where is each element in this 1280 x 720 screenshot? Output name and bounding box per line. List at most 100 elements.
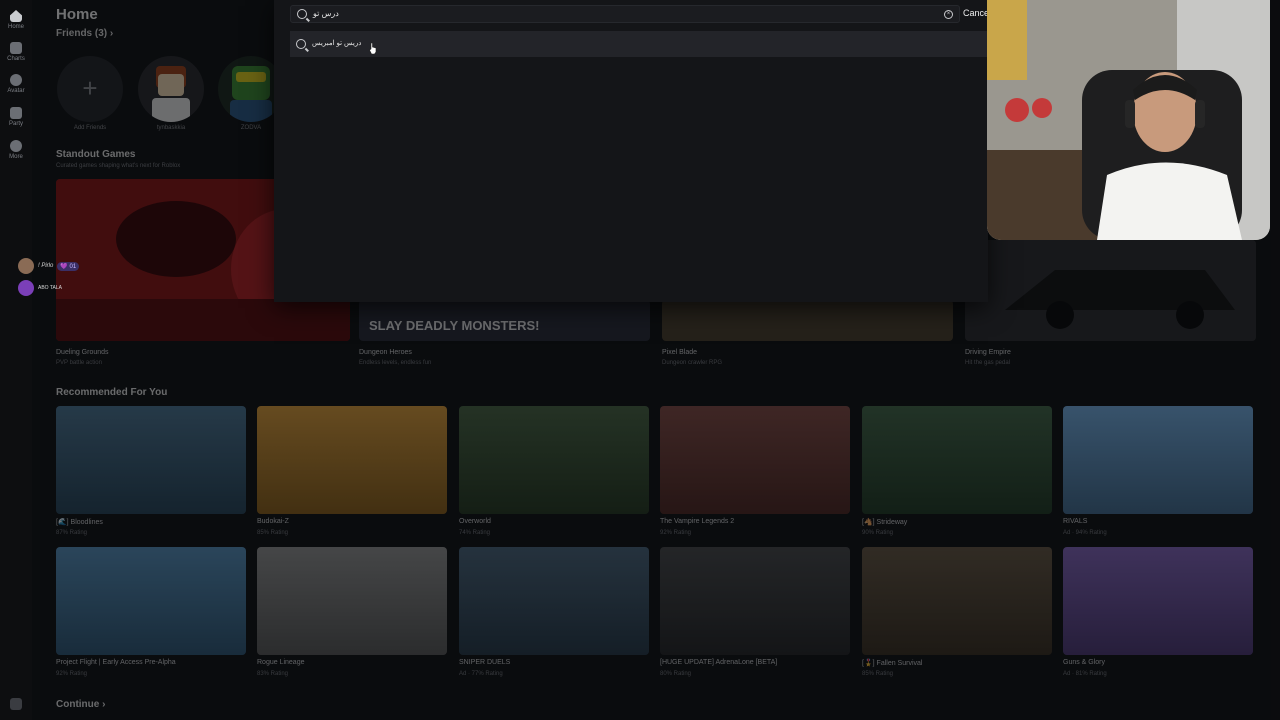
game-tile[interactable] xyxy=(56,406,246,514)
game-title: [🎖️] Fallen Survival xyxy=(862,660,923,667)
game-tile[interactable] xyxy=(862,547,1052,655)
avatar xyxy=(138,56,204,122)
game-title: RIVALS xyxy=(1063,518,1088,525)
chat-message: ! Pirlo 💜 01 xyxy=(18,258,80,274)
game-tile[interactable] xyxy=(1063,406,1253,514)
game-tile[interactable] xyxy=(56,547,246,655)
driving-empire-art xyxy=(965,240,1256,341)
friends-link[interactable]: Friends (3) › xyxy=(56,28,113,39)
game-tile[interactable] xyxy=(660,547,850,655)
side-nav: Home Charts Avatar Party More xyxy=(0,0,32,720)
game-tile-dungeon-heroes[interactable]: SLAY DEADLY MONSTERS! xyxy=(359,300,650,341)
game-title: [🐴] Strideway xyxy=(862,519,908,526)
nav-avatar[interactable]: Avatar xyxy=(0,72,32,102)
game-rating: 92% Rating xyxy=(56,671,88,677)
game-thumbnail xyxy=(257,547,447,655)
search-icon xyxy=(297,9,307,19)
game-thumbnail xyxy=(862,406,1052,514)
game-title: Pixel Blade xyxy=(662,349,698,356)
game-subtitle: Dungeon crawler RPG xyxy=(662,360,723,366)
game-tile[interactable] xyxy=(257,406,447,514)
game-tile-pixel-blade[interactable] xyxy=(662,300,953,341)
add-friend-avatar: + xyxy=(57,56,123,122)
friend-item[interactable]: tynbaskkia xyxy=(137,56,205,131)
game-title: Driving Empire xyxy=(965,349,1011,356)
game-tile[interactable] xyxy=(660,406,850,514)
nav-home[interactable]: Home xyxy=(0,8,32,38)
search-suggestion[interactable]: دريس تو امبريس xyxy=(290,31,988,57)
game-subtitle: PVP battle action xyxy=(56,360,102,366)
game-title: Dungeon Heroes xyxy=(359,349,412,356)
game-rating: 87% Rating xyxy=(56,530,88,536)
roblox-app: Home Charts Avatar Party More Home Frien… xyxy=(0,0,1280,720)
standout-games-subtitle: Curated games shaping what's next for Ro… xyxy=(56,163,181,169)
game-title: Project Flight | Early Access Pre-Alpha xyxy=(56,659,176,666)
game-title: [HUGE UPDATE] AdrenaLone [BETA] xyxy=(660,659,778,666)
avatar xyxy=(18,280,34,296)
webcam-feed-art xyxy=(987,0,1270,240)
game-thumbnail xyxy=(862,547,1052,655)
clear-icon[interactable]: × xyxy=(944,10,953,19)
game-title: Guns & Glory xyxy=(1063,659,1106,666)
game-thumbnail xyxy=(257,406,447,514)
game-thumbnail xyxy=(459,547,649,655)
game-title: Rogue Lineage xyxy=(257,659,305,666)
game-subtitle: Endless levels, endless fun xyxy=(359,360,432,366)
game-title: SNIPER DUELS xyxy=(459,659,511,666)
charts-icon xyxy=(10,42,22,54)
game-rating: 90% Rating xyxy=(862,530,894,536)
standout-games-heading: Standout Games xyxy=(56,149,136,160)
game-tile[interactable] xyxy=(459,547,649,655)
avatar-icon xyxy=(10,74,22,86)
game-rating: 80% Rating xyxy=(660,671,692,677)
game-rating: Ad · 94% Rating xyxy=(1063,530,1107,536)
search-panel: درس تو × Cancel دريس تو امبريس xyxy=(274,0,991,302)
game-title: The Vampire Legends 2 xyxy=(660,518,735,525)
game-rating: 74% Rating xyxy=(459,530,491,536)
game-thumbnail xyxy=(660,406,850,514)
game-title: Dueling Grounds xyxy=(56,349,109,356)
more-icon xyxy=(10,140,22,152)
nav-more[interactable]: More xyxy=(0,138,32,168)
game-title: [🌊] Bloodlines xyxy=(56,519,103,526)
roblox-logo-icon[interactable] xyxy=(10,698,22,710)
plus-icon: + xyxy=(82,73,98,103)
friend-avatar-art xyxy=(152,66,190,122)
search-input[interactable]: درس تو × xyxy=(290,5,960,23)
nav-charts[interactable]: Charts xyxy=(0,40,32,70)
continue-heading[interactable]: Continue › xyxy=(56,699,105,710)
nav-party[interactable]: Party xyxy=(0,105,32,135)
home-icon xyxy=(10,10,22,22)
game-thumbnail xyxy=(56,547,246,655)
game-rating: 85% Rating xyxy=(862,671,894,677)
status-badge: 💜 01 xyxy=(57,261,80,271)
add-friends-button[interactable]: + Add Friends xyxy=(56,56,124,131)
search-icon xyxy=(296,39,306,49)
game-tile[interactable] xyxy=(257,547,447,655)
game-subtitle: Hit the gas pedal xyxy=(965,360,1011,366)
recommended-heading: Recommended For You xyxy=(56,387,168,398)
game-tile[interactable] xyxy=(1063,547,1253,655)
game-rating: Ad · 81% Rating xyxy=(1063,671,1107,677)
game-title: Budokai-Z xyxy=(257,518,289,525)
webcam-overlay xyxy=(987,0,1270,240)
party-icon xyxy=(10,107,22,119)
game-thumbnail xyxy=(1063,406,1253,514)
game-rating: Ad · 77% Rating xyxy=(459,671,503,677)
hand-cursor-icon xyxy=(369,42,377,54)
game-rating: 83% Rating xyxy=(257,671,289,677)
game-rating: 92% Rating xyxy=(660,530,692,536)
game-thumbnail xyxy=(660,547,850,655)
game-thumbnail xyxy=(1063,547,1253,655)
game-thumbnail xyxy=(56,406,246,514)
game-title: Overworld xyxy=(459,518,491,525)
game-tile-driving-empire[interactable] xyxy=(965,240,1256,341)
game-tile[interactable] xyxy=(862,406,1052,514)
banner-text: SLAY DEADLY MONSTERS! xyxy=(369,318,540,333)
avatar xyxy=(18,258,34,274)
game-tile[interactable] xyxy=(459,406,649,514)
page-title: Home xyxy=(56,6,98,23)
game-rating: 85% Rating xyxy=(257,530,289,536)
chat-message: ABO TALA xyxy=(18,280,62,296)
game-thumbnail xyxy=(459,406,649,514)
